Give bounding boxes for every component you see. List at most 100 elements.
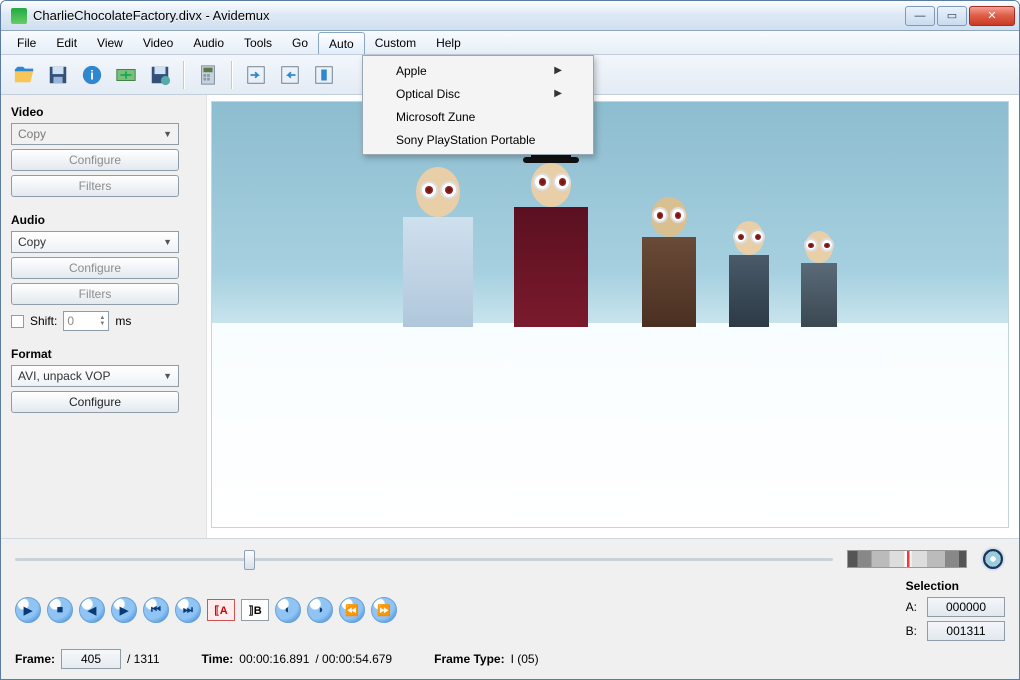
marker-out-icon[interactable] [275, 60, 305, 90]
shift-spinner[interactable]: 0▲▼ [63, 311, 109, 331]
preview-figure [729, 221, 769, 327]
app-icon [11, 8, 27, 24]
menu-file[interactable]: File [7, 31, 46, 54]
next-frame-icon[interactable]: ▶ [111, 597, 137, 623]
menu-tools[interactable]: Tools [234, 31, 282, 54]
menu-video[interactable]: Video [133, 31, 183, 54]
frametype-value: I (05) [511, 652, 539, 666]
time-label: Time: [202, 652, 234, 666]
audio-codec-value: Copy [18, 235, 46, 249]
seek-thumb[interactable] [244, 550, 255, 570]
frametype-label: Frame Type: [434, 652, 504, 666]
close-button[interactable]: ✕ [969, 6, 1015, 26]
chevron-down-icon: ▼ [163, 237, 172, 247]
next-key-icon[interactable]: ⏭ [175, 597, 201, 623]
frame-label: Frame: [15, 652, 55, 666]
menu-view[interactable]: View [87, 31, 133, 54]
audio-codec-select[interactable]: Copy ▼ [11, 231, 179, 253]
minimize-button[interactable]: — [905, 6, 935, 26]
calc-icon[interactable] [193, 60, 223, 90]
menuitem-label: Sony PlayStation Portable [396, 133, 535, 147]
video-filters-button[interactable]: Filters [11, 175, 179, 197]
shift-label: Shift: [30, 314, 57, 328]
menuitem-microsoft-zune[interactable]: Microsoft Zune [366, 105, 590, 128]
format-heading: Format [11, 347, 196, 361]
last-icon[interactable]: ⏩ [371, 597, 397, 623]
sel-a-label: A: [906, 600, 917, 614]
audio-heading: Audio [11, 213, 196, 227]
prev-frame-icon[interactable]: ◀ [79, 597, 105, 623]
menuitem-label: Microsoft Zune [396, 110, 475, 124]
menu-custom[interactable]: Custom [365, 31, 426, 54]
audio-configure-button[interactable]: Configure [11, 257, 179, 279]
menubar: File Edit View Video Audio Tools Go Auto… [1, 31, 1019, 55]
prev-black-icon[interactable]: ◐ [275, 597, 301, 623]
toolbar-divider [183, 61, 185, 89]
preview-figure [514, 125, 588, 327]
audio-scope-icon[interactable] [981, 547, 1005, 571]
menuitem-label: Apple [396, 64, 427, 78]
open-icon[interactable] [9, 60, 39, 90]
info-icon[interactable]: i [77, 60, 107, 90]
mark-a-button[interactable]: ⟦A [207, 599, 235, 621]
sidebar: Video Copy▼ Configure Filters Audio Copy… [1, 95, 207, 538]
savejpg-icon[interactable] [145, 60, 175, 90]
shift-unit: ms [115, 314, 131, 328]
sel-a-value[interactable]: 000000 [927, 597, 1005, 617]
shift-value: 0 [67, 314, 74, 328]
first-icon[interactable]: ⏪ [339, 597, 365, 623]
menu-go[interactable]: Go [282, 31, 318, 54]
format-value: AVI, unpack VOP [18, 369, 111, 383]
shift-checkbox[interactable] [11, 315, 24, 328]
menuitem-label: Optical Disc [396, 87, 460, 101]
audio-filters-button[interactable]: Filters [11, 283, 179, 305]
time-current: 00:00:16.891 [239, 652, 309, 666]
menu-auto[interactable]: Auto [318, 32, 365, 54]
append-icon[interactable] [111, 60, 141, 90]
format-select[interactable]: AVI, unpack VOP ▼ [11, 365, 179, 387]
chevron-down-icon: ▼ [163, 129, 172, 139]
next-black-icon[interactable]: ◑ [307, 597, 333, 623]
maximize-button[interactable]: ▭ [937, 6, 967, 26]
bottom-panel: ▶ ■ ◀ ▶ ⏮ ⏭ ⟦A ⟧B ◐ ◑ ⏪ ⏩ Selection A: 00… [1, 538, 1019, 679]
mark-b-button[interactable]: ⟧B [241, 599, 269, 621]
play-icon[interactable]: ▶ [15, 597, 41, 623]
menuitem-apple[interactable]: Apple ▶ [366, 59, 590, 82]
titlebar: CharlieChocolateFactory.divx - Avidemux … [1, 1, 1019, 31]
video-codec-select[interactable]: Copy ▼ [11, 123, 179, 145]
frame-current[interactable]: 405 [61, 649, 121, 669]
video-codec-value: Copy [18, 127, 46, 141]
video-configure-button[interactable]: Configure [11, 149, 179, 171]
svg-text:i: i [90, 67, 94, 82]
video-preview [207, 95, 1019, 538]
app-window: CharlieChocolateFactory.divx - Avidemux … [0, 0, 1020, 680]
status-bar: Frame: 405 / 1311 Time: 00:00:16.891 / 0… [15, 649, 1005, 669]
menuitem-sony-psp[interactable]: Sony PlayStation Portable [366, 128, 590, 151]
format-configure-button[interactable]: Configure [11, 391, 179, 413]
preview-figure [801, 231, 837, 327]
seek-slider[interactable] [15, 548, 833, 570]
cut-icon[interactable] [309, 60, 339, 90]
frame-total: / 1311 [127, 652, 159, 666]
sel-b-label: B: [906, 624, 917, 638]
menu-audio[interactable]: Audio [183, 31, 234, 54]
submenu-arrow-icon: ▶ [554, 65, 562, 76]
time-total: / 00:00:54.679 [315, 652, 392, 666]
prev-key-icon[interactable]: ⏮ [143, 597, 169, 623]
preview-figure [642, 197, 696, 327]
menu-edit[interactable]: Edit [46, 31, 87, 54]
toolbar-divider [231, 61, 233, 89]
menu-help[interactable]: Help [426, 31, 471, 54]
menuitem-optical-disc[interactable]: Optical Disc ▶ [366, 82, 590, 105]
preview-figure [403, 167, 473, 327]
window-title: CharlieChocolateFactory.divx - Avidemux [33, 8, 905, 23]
stop-icon[interactable]: ■ [47, 597, 73, 623]
sel-b-value[interactable]: 001311 [927, 621, 1005, 641]
submenu-arrow-icon: ▶ [554, 88, 562, 99]
marker-in-icon[interactable] [241, 60, 271, 90]
save-icon[interactable] [43, 60, 73, 90]
chevron-down-icon: ▼ [163, 371, 172, 381]
selection-panel: Selection A: 000000 B: 001311 [906, 579, 1005, 641]
selection-heading: Selection [906, 579, 1005, 593]
vu-meter [847, 550, 967, 568]
